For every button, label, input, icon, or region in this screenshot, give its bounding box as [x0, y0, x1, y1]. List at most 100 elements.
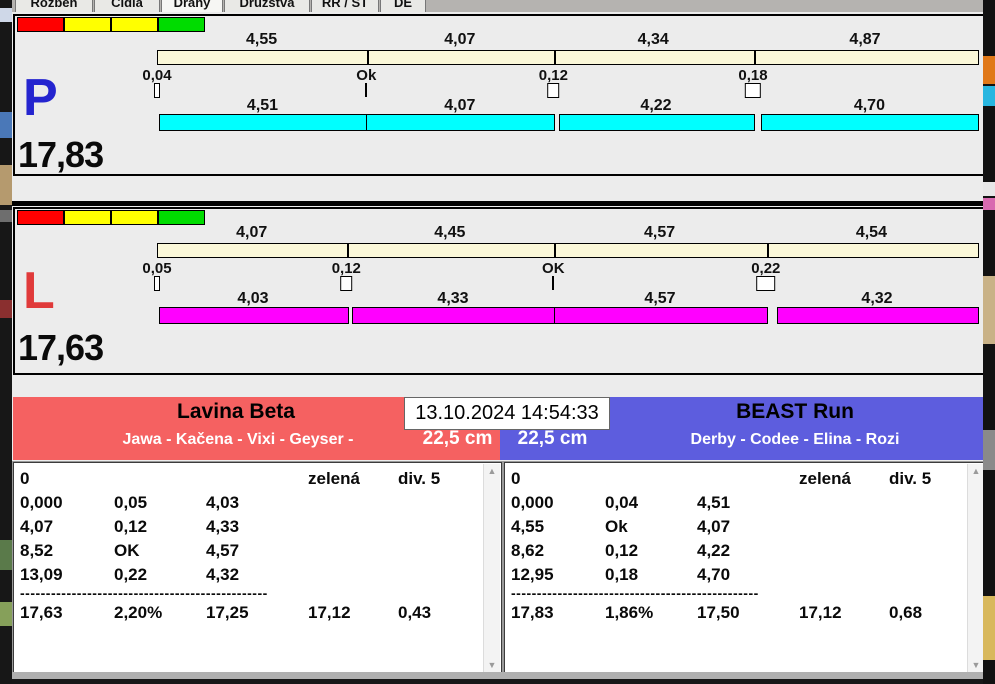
split-time-label: 4,55: [246, 31, 277, 49]
scroll-down-icon[interactable]: ▼: [484, 658, 500, 672]
total-time-bar: [157, 50, 979, 65]
scroll-up-icon[interactable]: ▲: [968, 464, 984, 478]
status-light-2: [111, 210, 158, 225]
result-division: div. 5: [398, 469, 440, 489]
tab-Družstva[interactable]: Družstva: [224, 0, 310, 12]
status-light-3: [158, 210, 205, 225]
result-crossing: 0,12: [114, 517, 147, 537]
scroll-up-icon[interactable]: ▲: [484, 464, 500, 478]
result-cumulative-time: 4,07: [20, 517, 53, 537]
result-cumulative-time: 12,95: [511, 565, 554, 585]
result-crossing: 0,22: [114, 565, 147, 585]
split-time-label: 4,34: [638, 31, 669, 49]
tab-RR / ST[interactable]: RR / ST: [311, 0, 379, 12]
total-loss-percent: 1,86%: [605, 603, 653, 623]
dog-split-bar: [559, 114, 755, 131]
team-members: Jawa - Kačena - Vixi - Geyser -: [13, 431, 463, 449]
total-clean-time: 17,25: [206, 603, 249, 623]
crossing-ok-mark: [365, 83, 367, 97]
result-division: div. 5: [889, 469, 931, 489]
lane-panel-right: P17,834,554,074,344,870,04Ok0,120,184,51…: [13, 14, 985, 176]
status-light-0: [17, 210, 64, 225]
crossing-label: 0,04: [142, 67, 171, 84]
result-color: zelená: [308, 469, 360, 489]
crossing-label: 0,22: [751, 260, 780, 277]
status-light-1: [64, 210, 111, 225]
dog-split-bar: [159, 114, 368, 131]
result-split-time: 4,07: [697, 517, 730, 537]
tab-bar: RozběhČidlaDráhyDružstvaRR / STDE: [12, 0, 983, 12]
team-members: Derby - Codee - Elina - Rozi: [610, 431, 980, 449]
result-split-time: 4,33: [206, 517, 239, 537]
result-crossing: OK: [114, 541, 140, 561]
dog-split-bar: [554, 307, 769, 324]
result-split-time: 4,70: [697, 565, 730, 585]
result-cumulative-time: 8,52: [20, 541, 53, 561]
tab-DE[interactable]: DE: [380, 0, 426, 12]
scrollbar[interactable]: ▲ ▼: [967, 464, 984, 672]
result-cumulative-time: 13,09: [20, 565, 63, 585]
total-time: 17,63: [20, 603, 63, 623]
split-time-label: 4,07: [444, 31, 475, 49]
results-separator: ----------------------------------------…: [20, 585, 268, 601]
status-light-3: [158, 17, 205, 32]
result-crossing: 0,04: [605, 493, 638, 513]
split-time-label: 4,07: [236, 224, 267, 242]
result-run-number: 0: [20, 469, 29, 489]
total-difference: 0,68: [889, 603, 922, 623]
crossing-label: OK: [542, 260, 565, 277]
status-light-2: [111, 17, 158, 32]
result-color: zelená: [799, 469, 851, 489]
result-split-time: 4,51: [697, 493, 730, 513]
tab-Rozběh[interactable]: Rozběh: [15, 0, 93, 12]
crossing-ok-mark: [552, 276, 554, 290]
scrollbar[interactable]: ▲ ▼: [483, 464, 500, 672]
dog-split-bar: [761, 114, 979, 131]
dog-split-label: 4,57: [644, 290, 675, 308]
result-cumulative-time: 4,55: [511, 517, 544, 537]
bar-divider: [554, 244, 556, 257]
team-name: BEAST Run: [610, 400, 980, 424]
result-cumulative-time: 0,000: [511, 493, 554, 513]
jump-height-left: 22,5 cm: [415, 428, 500, 450]
result-split-time: 4,32: [206, 565, 239, 585]
lane-separator: [12, 201, 984, 206]
split-time-label: 4,54: [856, 224, 887, 242]
lane-panel-left: L17,634,074,454,574,540,050,12OK0,224,03…: [13, 207, 985, 375]
crossing-label: 0,12: [539, 67, 568, 84]
dog-split-bar: [366, 114, 555, 131]
total-best-time: 17,12: [799, 603, 842, 623]
bar-divider: [767, 244, 769, 257]
result-crossing: 0,18: [605, 565, 638, 585]
result-crossing: Ok: [605, 517, 628, 537]
result-split-time: 4,57: [206, 541, 239, 561]
results-list-right[interactable]: ▲ ▼ 0 zelená div. 5 0,000 0,04 4,51 4,55 Ok 4,07…: [504, 462, 986, 674]
results-list-left[interactable]: ▲ ▼ 0zelenádiv. 50,0000,054,034,070,124,…: [13, 462, 502, 674]
dog-split-label: 4,33: [437, 290, 468, 308]
bar-divider: [367, 51, 369, 64]
tab-Dráhy[interactable]: Dráhy: [161, 0, 223, 12]
crossing-delay-mark: [756, 276, 776, 291]
dog-split-label: 4,03: [237, 290, 268, 308]
tab-Čidla[interactable]: Čidla: [94, 0, 160, 12]
total-difference: 0,43: [398, 603, 431, 623]
lane-letter: L: [23, 265, 55, 317]
results-separator: ----------------------------------------…: [511, 585, 759, 601]
dog-split-bar: [159, 307, 348, 324]
split-time-label: 4,57: [644, 224, 675, 242]
bar-divider: [347, 244, 349, 257]
total-time: 17,83: [511, 603, 554, 623]
result-run-number: 0: [511, 469, 520, 489]
clock: 13.10.2024 14:54:33: [404, 397, 610, 430]
crossing-label: Ok: [356, 67, 376, 84]
background-window-left: [0, 0, 12, 684]
flyball-timing-app: RozběhČidlaDráhyDružstvaRR / STDE P17,83…: [0, 0, 995, 684]
total-clean-time: 17,50: [697, 603, 740, 623]
dog-split-label: 4,32: [861, 290, 892, 308]
crossing-delay-mark: [341, 276, 353, 291]
scroll-down-icon[interactable]: ▼: [968, 658, 984, 672]
dog-split-label: 4,51: [247, 97, 278, 115]
status-light-0: [17, 17, 64, 32]
result-cumulative-time: 0,000: [20, 493, 63, 513]
dog-split-label: 4,22: [640, 97, 671, 115]
